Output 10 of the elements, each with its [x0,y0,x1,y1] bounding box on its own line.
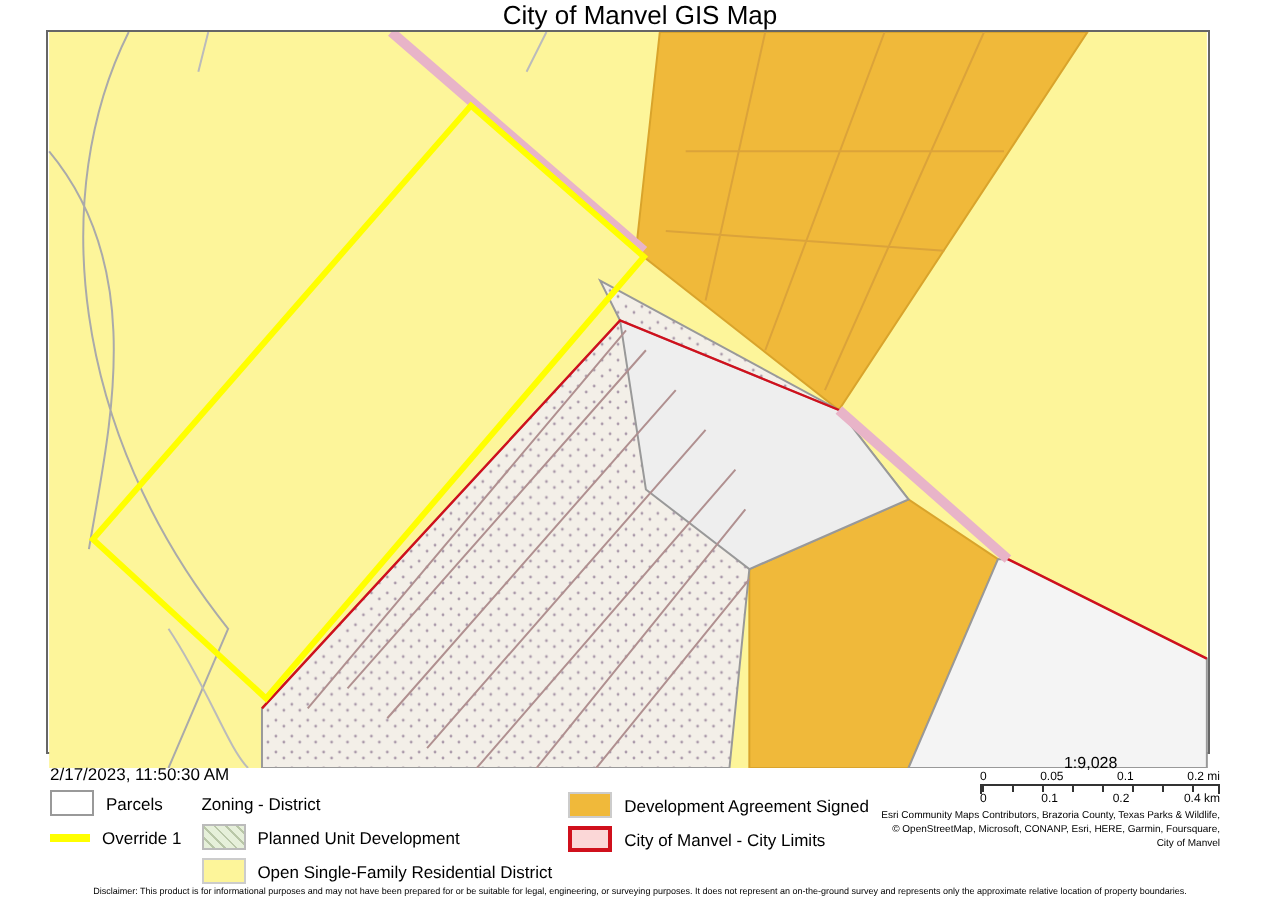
legend-label: Planned Unit Development [257,827,460,847]
legend-label: Open Single-Family Residential District [257,861,553,881]
legend-label: Development Agreement Signed [624,795,869,815]
legend-label: Parcels [106,793,163,813]
legend-label: City of Manvel - City Limits [624,829,826,849]
scale-ratio: 1:9,028 [1063,754,1118,772]
legend-group-title: Zoning - District [201,791,323,816]
map-title: City of Manvel GIS Map [502,0,778,30]
legend-label: Override 1 [102,827,182,847]
timestamp: 2/17/2023, 11:50:30 AM [50,764,232,784]
